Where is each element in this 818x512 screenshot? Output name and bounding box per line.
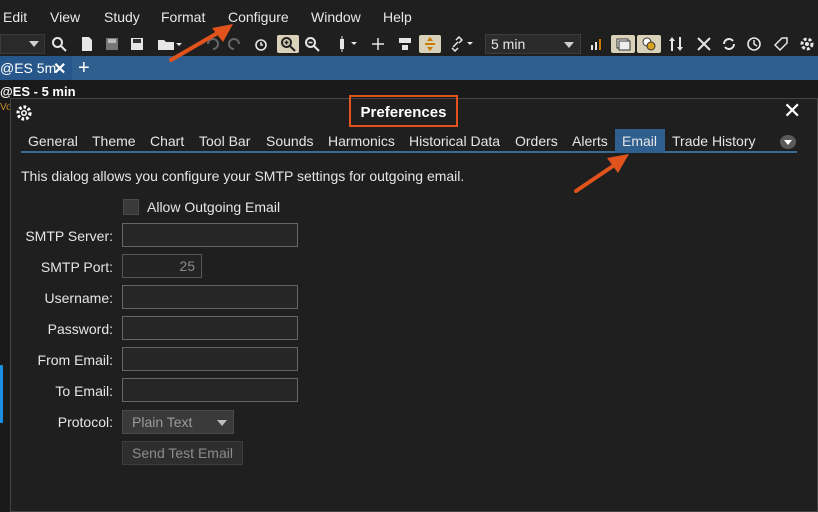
from-email-label: From Email: [37,352,113,368]
smtp-port-label: SMTP Port: [40,259,113,275]
save-icon[interactable] [103,35,121,53]
protocol-select[interactable]: Plain Text [122,410,234,434]
tabs-overflow-chevron-icon[interactable] [780,135,796,149]
smtp-server-input[interactable] [122,223,298,247]
password-input[interactable] [122,316,298,340]
close-icon[interactable]: ✕ [783,100,801,122]
add-tab-button[interactable]: + [78,56,90,80]
up-down-icon[interactable] [667,35,685,53]
menu-bar: Edit View Study Format Configure Window … [0,0,818,34]
tab-general[interactable]: General [28,133,78,149]
chart-symbol-title: @ES - 5 min [0,84,76,99]
auto-scale-icon[interactable] [419,35,441,53]
crosshair-icon[interactable] [369,35,387,53]
to-email-label: To Email: [55,383,113,399]
menu-configure[interactable]: Configure [228,9,289,25]
allow-outgoing-email-checkbox[interactable] [123,199,139,215]
symbol-combo[interactable] [0,34,45,54]
tab-email[interactable]: Email [622,133,657,149]
bar-style-icon[interactable] [335,35,361,53]
protocol-value: Plain Text [132,414,193,430]
from-email-input[interactable] [122,347,298,371]
tab-alerts[interactable]: Alerts [572,133,608,149]
menu-edit[interactable]: Edit [3,9,27,25]
interval-value: 5 min [491,36,526,52]
menu-window[interactable]: Window [311,9,361,25]
username-input[interactable] [122,285,298,309]
allow-outgoing-email-label: Allow Outgoing Email [147,199,281,215]
tab-historical-data[interactable]: Historical Data [409,133,500,149]
protocol-label: Protocol: [57,414,113,430]
tab-trade-history[interactable]: Trade History [672,133,756,149]
menu-view[interactable]: View [50,9,80,25]
chart-tab-label: @ES 5m [0,60,57,76]
settings-icon[interactable] [798,35,816,53]
menu-format[interactable]: Format [161,9,205,25]
zoom-out-icon[interactable] [303,35,321,53]
tab-orders[interactable]: Orders [515,133,558,149]
tag-icon[interactable] [772,35,790,53]
chart-tab-bar [0,56,818,80]
interval-select[interactable]: 5 min [485,34,581,54]
redo-icon[interactable] [226,35,244,53]
username-label: Username: [44,290,113,306]
tab-sounds[interactable]: Sounds [266,133,313,149]
refresh-icon[interactable] [720,35,738,53]
dialog-title: Preferences [360,104,447,121]
circles-icon[interactable] [637,35,661,53]
tab-theme[interactable]: Theme [92,133,136,149]
link-icon[interactable] [449,35,477,53]
menu-help[interactable]: Help [383,9,412,25]
chart-type-icon[interactable] [588,35,606,53]
chevron-down-icon [564,42,574,48]
email-description: This dialog allows you configure your SM… [21,168,465,184]
smtp-server-label: SMTP Server: [25,228,113,244]
search-icon[interactable] [50,35,68,53]
menu-study[interactable]: Study [104,9,140,25]
history-icon[interactable] [745,35,763,53]
gear-icon[interactable] [15,104,33,122]
cursor-data-icon[interactable] [396,35,414,53]
tab-chart[interactable]: Chart [150,133,184,149]
tab-tool-bar[interactable]: Tool Bar [199,133,250,149]
save-as-icon[interactable] [128,35,146,53]
close-icon[interactable]: ✕ [53,59,66,79]
tools-icon[interactable] [695,35,713,53]
window-icon[interactable] [611,35,635,53]
alarm-icon[interactable] [252,35,270,53]
zoom-in-icon[interactable] [277,35,299,53]
open-folder-icon[interactable] [156,35,184,53]
chevron-down-icon [29,41,39,47]
tab-harmonics[interactable]: Harmonics [328,133,395,149]
new-page-icon[interactable] [78,35,96,53]
chevron-down-icon [217,420,227,426]
to-email-input[interactable] [122,378,298,402]
smtp-port-input[interactable]: 25 [122,254,202,278]
undo-icon[interactable] [203,35,221,53]
password-label: Password: [47,321,113,337]
send-test-email-button[interactable]: Send Test Email [122,441,243,465]
